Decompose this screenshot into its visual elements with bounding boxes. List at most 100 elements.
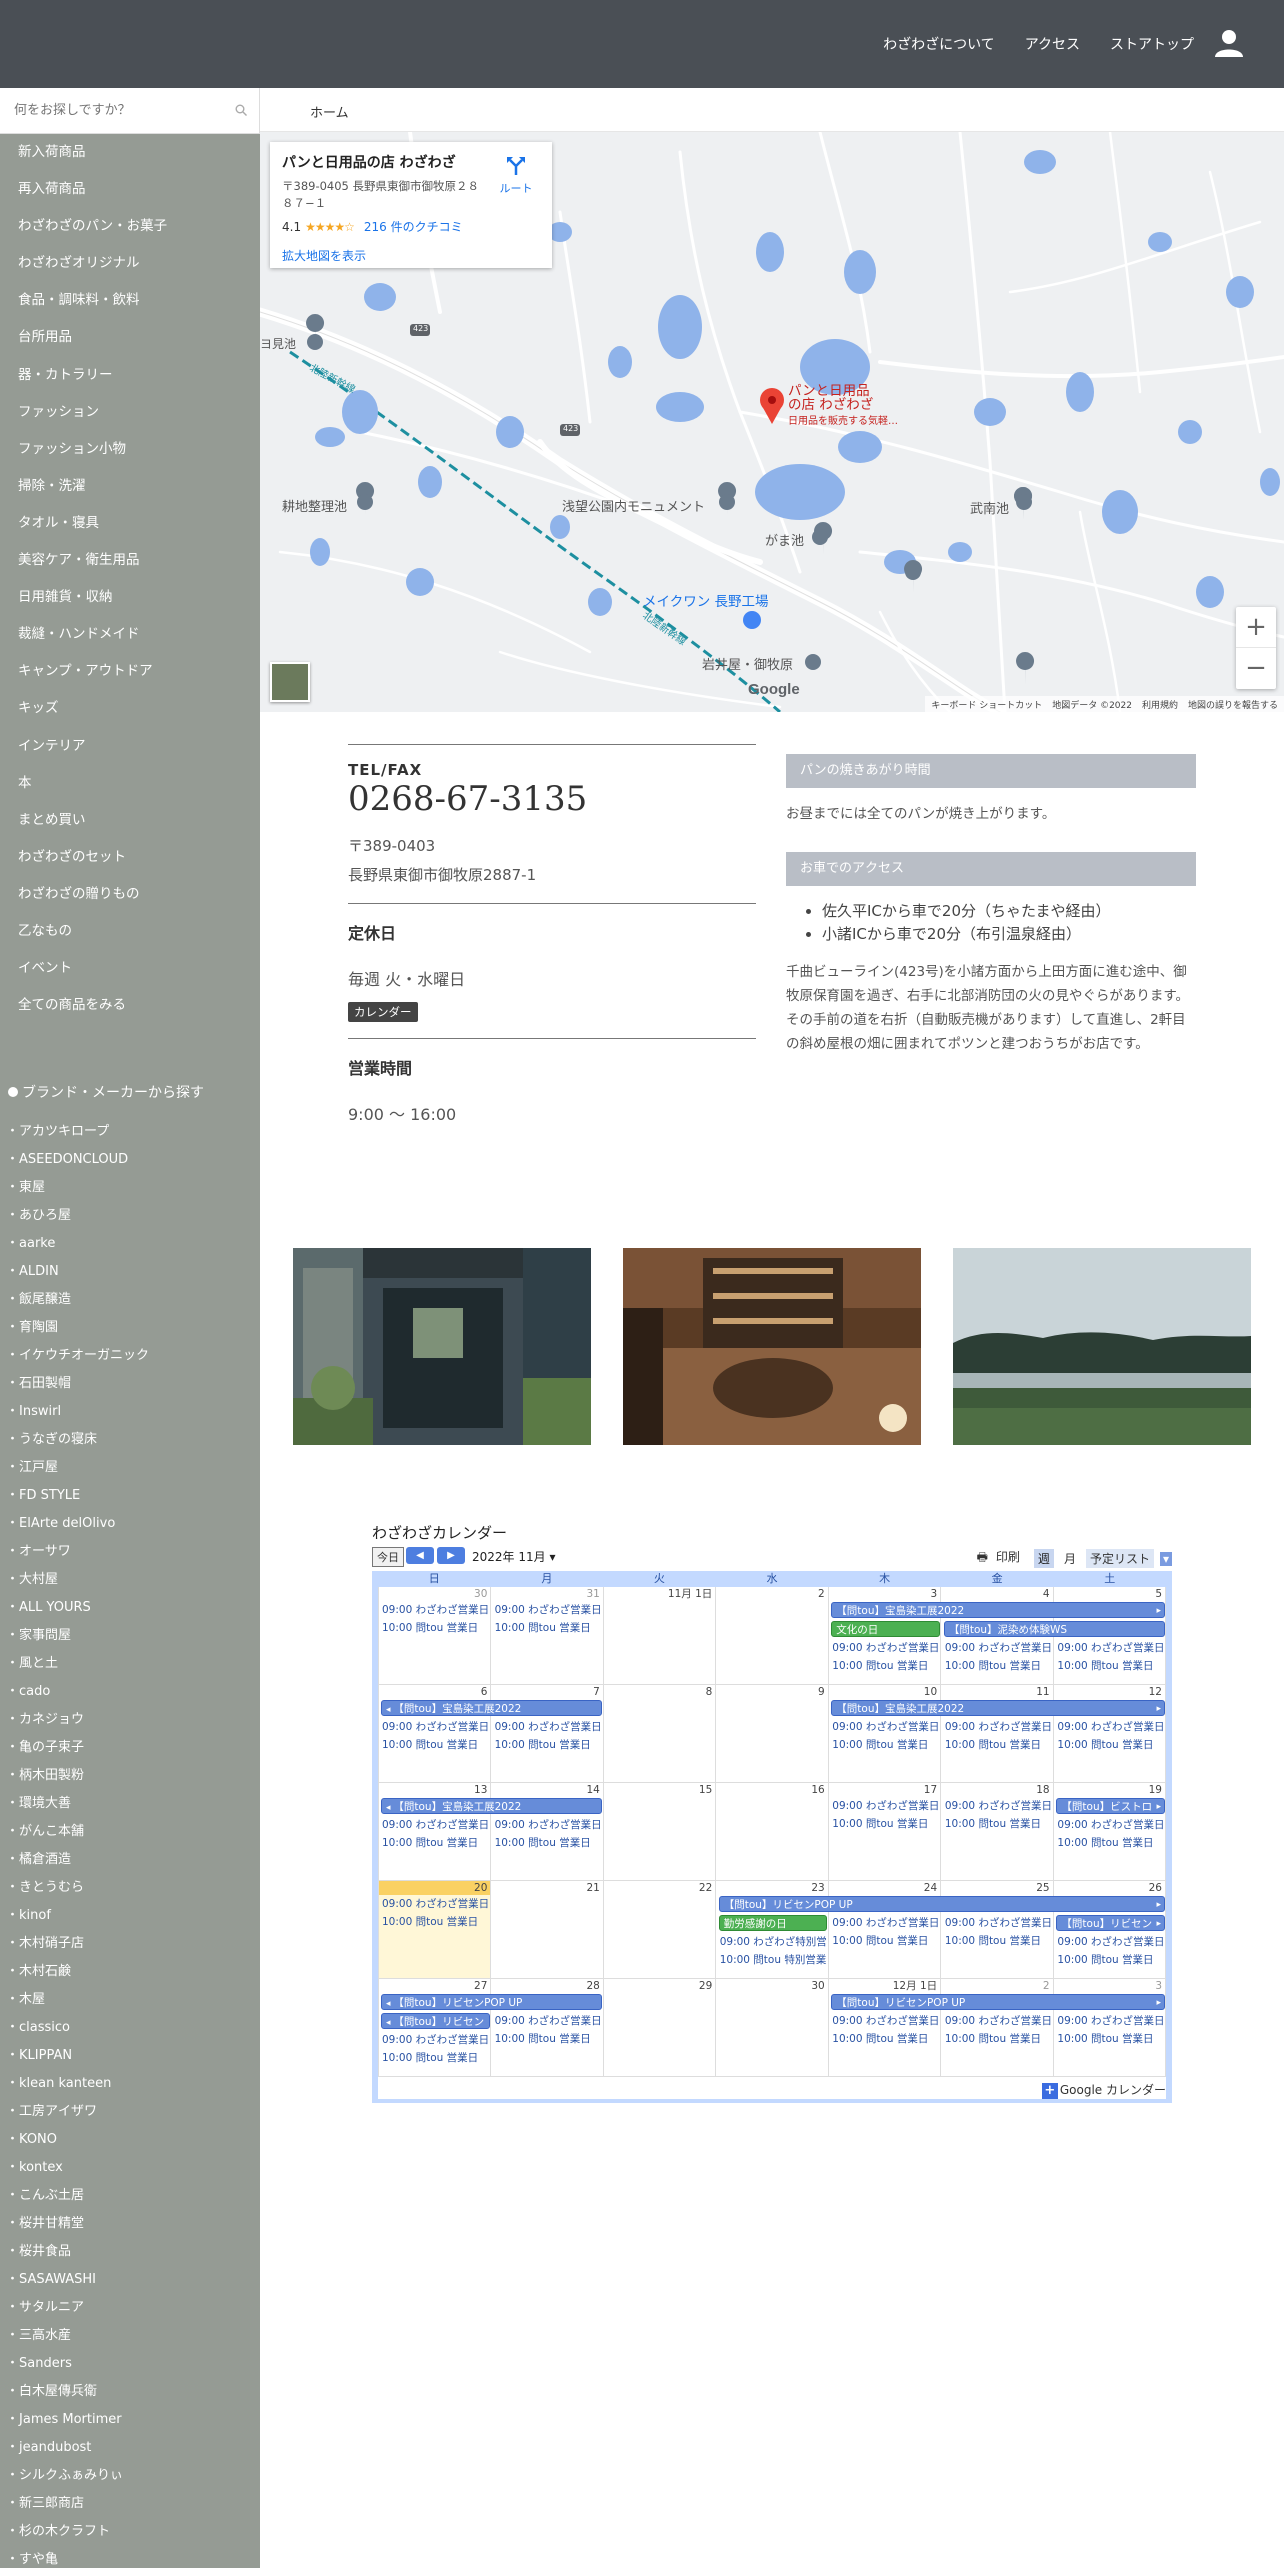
calendar-day-cell[interactable]: 22 — [603, 1881, 717, 1978]
sidebar-category-item[interactable]: わざわざのセット — [0, 839, 260, 876]
calendar-timed-event[interactable]: 09:00 わざわざ営業日 — [492, 2013, 603, 2030]
sidebar-category-item[interactable]: 台所用品 — [0, 319, 260, 356]
search-input[interactable] — [0, 88, 220, 132]
sidebar-brand-item[interactable]: 環境大善 — [0, 1790, 260, 1818]
calendar-timed-event[interactable]: 09:00 わざわざ営業日 — [942, 1640, 1053, 1657]
calendar-timed-event[interactable]: 09:00 わざわざ営業日 — [492, 1817, 603, 1834]
calendar-timed-event[interactable]: 10:00 問tou 営業日 — [829, 1933, 940, 1950]
sidebar-category-item[interactable]: 食品・調味料・飲料 — [0, 282, 260, 319]
calendar-day-number[interactable]: 26 — [1053, 1881, 1165, 1895]
calendar-timed-event[interactable]: 09:00 わざわざ営業日 — [379, 1602, 490, 1619]
sidebar-category-item[interactable]: 掃除・洗濯 — [0, 468, 260, 505]
calendar-timed-event[interactable]: 10:00 問tou 営業日 — [379, 1737, 490, 1754]
calendar-timed-event[interactable]: 10:00 問tou 営業日 — [379, 1620, 490, 1637]
calendar-timed-event[interactable]: 10:00 問tou 営業日 — [492, 1835, 603, 1852]
calendar-day-number[interactable]: 15 — [603, 1783, 716, 1797]
sidebar-brand-item[interactable]: Sanders — [0, 2350, 260, 2378]
calendar-day-number[interactable]: 24 — [828, 1881, 941, 1895]
sidebar-category-item[interactable]: インテリア — [0, 728, 260, 765]
sidebar-brand-item[interactable]: jeandubost — [0, 2434, 260, 2462]
sidebar-brand-item[interactable]: James Mortimer — [0, 2406, 260, 2434]
calendar-timed-event[interactable]: 10:00 問tou 営業日 — [492, 1737, 603, 1754]
calendar-timed-event[interactable]: 09:00 わざわざ営業日 — [942, 1719, 1053, 1736]
nav-access[interactable]: アクセス — [1025, 34, 1080, 54]
calendar-timed-event[interactable]: 10:00 問tou 営業日 — [942, 1933, 1053, 1950]
calendar-timed-event[interactable]: 09:00 わざわざ営業日 — [942, 1798, 1053, 1815]
sidebar-category-item[interactable]: 乙なもの — [0, 913, 260, 950]
calendar-timed-event[interactable]: 10:00 問tou 営業日 — [942, 1737, 1053, 1754]
calendar-day-number[interactable]: 19 — [1053, 1783, 1165, 1797]
sidebar-category-item[interactable]: 全ての商品をみる — [0, 987, 260, 1024]
calendar-timed-event[interactable]: 10:00 問tou 営業日 — [829, 2031, 940, 2048]
sidebar-category-item[interactable]: 器・カトラリー — [0, 357, 260, 394]
calendar-timed-event[interactable]: 09:00 わざわざ特別営 — [717, 1934, 828, 1951]
calendar-timed-event[interactable]: 10:00 問tou 営業日 — [829, 1816, 940, 1833]
calendar-timed-event[interactable]: 09:00 わざわざ営業日 — [379, 2032, 490, 2049]
sidebar-category-item[interactable]: 裁縫・ハンドメイド — [0, 616, 260, 653]
sidebar-brand-item[interactable]: 柄木田製粉 — [0, 1762, 260, 1790]
calendar-event[interactable]: 【問tou】リビセン — [381, 2013, 490, 2029]
calendar-timed-event[interactable]: 09:00 わざわざ営業日 — [1054, 1817, 1165, 1834]
calendar-day-number[interactable]: 8 — [603, 1685, 716, 1699]
calendar-timed-event[interactable]: 09:00 わざわざ営業日 — [829, 2013, 940, 2030]
calendar-timed-event[interactable]: 09:00 わざわざ営業日 — [942, 1915, 1053, 1932]
sidebar-category-item[interactable]: わざわざの贈りもの — [0, 876, 260, 913]
sidebar-brand-item[interactable]: ASEEDONCLOUD — [0, 1146, 260, 1174]
view-week-tab[interactable]: 週 — [1033, 1549, 1054, 1568]
calendar-timed-event[interactable]: 09:00 わざわざ営業日 — [829, 1640, 940, 1657]
calendar-timed-event[interactable]: 09:00 わざわざ営業日 — [1054, 1719, 1165, 1736]
calendar-timed-event[interactable]: 10:00 問tou 営業日 — [1054, 1658, 1165, 1675]
sidebar-brand-item[interactable]: 杉の木クラフト — [0, 2518, 260, 2546]
calendar-timed-event[interactable]: 09:00 わざわざ営業日 — [492, 1719, 603, 1736]
sidebar-brand-item[interactable]: 家事問屋 — [0, 1622, 260, 1650]
sidebar-category-item[interactable]: 新入荷商品 — [0, 134, 260, 171]
sidebar-brand-item[interactable]: うなぎの寝床 — [0, 1426, 260, 1454]
calendar-timed-event[interactable]: 10:00 問tou 営業日 — [1054, 1737, 1165, 1754]
sidebar-category-item[interactable]: キッズ — [0, 690, 260, 727]
calendar-day-cell[interactable]: 16 — [716, 1783, 829, 1880]
calendar-day-cell[interactable]: 15 — [603, 1783, 717, 1880]
sidebar-brand-item[interactable]: 飯尾醸造 — [0, 1286, 260, 1314]
calendar-day-number[interactable]: 9 — [716, 1685, 828, 1699]
map-reviews-link[interactable]: 216 件のクチコミ — [364, 218, 463, 235]
breadcrumb-home[interactable]: ホーム — [310, 102, 349, 121]
calendar-timed-event[interactable]: 09:00 わざわざ営業日 — [1054, 2013, 1165, 2030]
sidebar-brand-item[interactable]: がんこ本舗 — [0, 1818, 260, 1846]
calendar-timed-event[interactable]: 10:00 問tou 営業日 — [379, 1914, 490, 1931]
calendar-day-number[interactable]: 28 — [491, 1979, 603, 1993]
calendar-timed-event[interactable]: 09:00 わざわざ営業日 — [492, 1602, 603, 1619]
calendar-day-cell[interactable]: 30 — [716, 1979, 829, 2076]
user-icon[interactable] — [1214, 28, 1244, 58]
calendar-day-cell[interactable]: 9 — [716, 1685, 829, 1782]
calendar-day-number[interactable]: 25 — [941, 1881, 1053, 1895]
calendar-day-number[interactable]: 3 — [828, 1587, 941, 1601]
calendar-day-number[interactable]: 2 — [941, 1979, 1053, 1993]
current-month[interactable]: 2022年 11月 ▾ — [472, 1548, 555, 1565]
sidebar-category-item[interactable]: ファッション — [0, 394, 260, 431]
sidebar-brand-item[interactable]: kontex — [0, 2154, 260, 2182]
sidebar-brand-item[interactable]: 桜井甘精堂 — [0, 2210, 260, 2238]
calendar-day-number[interactable]: 12月 1日 — [828, 1979, 941, 1993]
calendar-day-number[interactable]: 3 — [1053, 1979, 1165, 1993]
calendar-event[interactable]: 【問tou】宝島染工展2022 — [831, 1602, 1165, 1618]
calendar-day-number[interactable]: 30 — [716, 1979, 828, 1993]
calendar-day-number[interactable]: 31 — [491, 1587, 603, 1601]
sidebar-category-item[interactable]: 美容ケア・衛生用品 — [0, 542, 260, 579]
calendar-event[interactable]: 文化の日 — [831, 1621, 940, 1637]
sidebar-brand-item[interactable]: サタルニア — [0, 2294, 260, 2322]
map-satellite-toggle[interactable] — [270, 662, 310, 702]
calendar-day-number[interactable]: 5 — [1053, 1587, 1165, 1601]
search-icon[interactable] — [235, 104, 247, 116]
sidebar-brand-item[interactable]: 木屋 — [0, 1986, 260, 2014]
next-month-button[interactable]: ▶ — [437, 1547, 465, 1564]
zoom-in-button[interactable]: + — [1236, 607, 1276, 648]
calendar-timed-event[interactable]: 09:00 わざわざ営業日 — [379, 1817, 490, 1834]
calendar-day-number[interactable]: 20 — [379, 1881, 491, 1895]
sidebar-brand-item[interactable]: 三高水産 — [0, 2322, 260, 2350]
calendar-day-number[interactable]: 29 — [603, 1979, 716, 1993]
sidebar-brand-item[interactable]: kinof — [0, 1902, 260, 1930]
map-enlarge-link[interactable]: 拡大地図を表示 — [282, 247, 540, 264]
calendar-event[interactable]: 【問tou】リビセン — [1056, 1915, 1165, 1931]
sidebar-category-item[interactable]: わざわざオリジナル — [0, 245, 260, 282]
sidebar-brand-item[interactable]: cado — [0, 1678, 260, 1706]
